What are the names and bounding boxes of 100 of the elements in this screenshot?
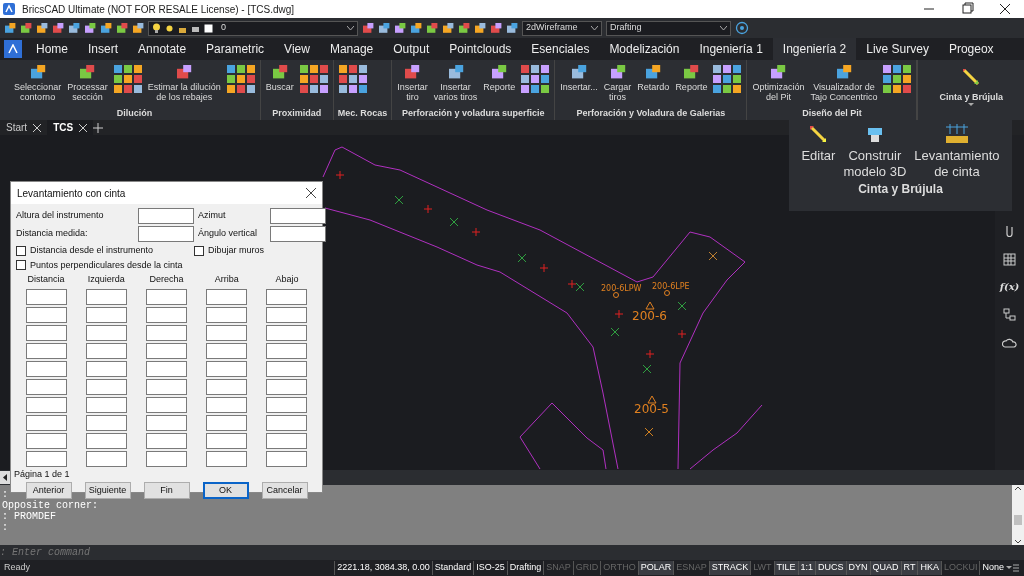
- input-field[interactable]: [146, 414, 187, 431]
- ribbon-tab[interactable]: View: [274, 38, 320, 60]
- input-field[interactable]: [270, 208, 326, 224]
- tool-icon[interactable]: [835, 64, 852, 80]
- input-field[interactable]: [138, 208, 194, 224]
- help-icon[interactable]: [735, 21, 749, 35]
- toolbar-icon[interactable]: [4, 22, 16, 34]
- ribbon-tab[interactable]: Insert: [78, 38, 129, 60]
- input-field[interactable]: [266, 360, 308, 377]
- tool-icon[interactable]: [491, 64, 508, 80]
- input-field[interactable]: [146, 324, 187, 341]
- status-toggle[interactable]: QUAD: [869, 561, 901, 575]
- input-field[interactable]: [146, 342, 187, 359]
- ribbon-button[interactable]: Seleccionar contorno: [13, 64, 63, 108]
- toolbar-icon[interactable]: [116, 22, 128, 34]
- flyout-button[interactable]: Levantamiento de cinta: [912, 124, 1002, 180]
- input-field[interactable]: [146, 396, 187, 413]
- tool-icon[interactable]: [609, 64, 626, 80]
- input-field[interactable]: [266, 324, 308, 341]
- dialog-button[interactable]: OK: [202, 482, 249, 499]
- input-field[interactable]: [266, 414, 308, 431]
- dialog-button[interactable]: Cancelar: [261, 482, 308, 499]
- input-field[interactable]: [206, 360, 248, 377]
- input-field[interactable]: [146, 432, 187, 449]
- small-tools-drawing[interactable]: [712, 64, 743, 94]
- tool-icon[interactable]: [79, 64, 96, 80]
- input-field[interactable]: [25, 396, 67, 413]
- caret-icon[interactable]: [1006, 566, 1012, 570]
- dialog-button[interactable]: Anterior: [25, 482, 72, 499]
- checkbox[interactable]: [194, 245, 204, 256]
- cloud-icon[interactable]: [1002, 336, 1017, 351]
- ribbon-tab[interactable]: Ingeniería 1: [689, 38, 773, 60]
- ribbon-button[interactable]: Insertar tiro: [396, 64, 429, 108]
- input-field[interactable]: [266, 396, 308, 413]
- ribbon-button[interactable]: Processar sección: [66, 64, 109, 108]
- input-field[interactable]: [266, 342, 308, 359]
- vertical-scrollbar[interactable]: [1012, 485, 1024, 545]
- ribbon-tab[interactable]: Ingeniería 2: [772, 38, 857, 60]
- ribbon-tab[interactable]: Manage: [319, 38, 384, 60]
- tool-icon[interactable]: [571, 64, 588, 80]
- toolbar-icon[interactable]: [506, 22, 518, 34]
- input-field[interactable]: [85, 324, 127, 341]
- ribbon-button[interactable]: Cargar tiros: [602, 64, 633, 108]
- toolbar-icon[interactable]: [458, 22, 470, 34]
- checkbox[interactable]: [16, 260, 26, 271]
- input-field[interactable]: [25, 414, 67, 431]
- ribbon-button[interactable]: Retardo: [636, 64, 671, 108]
- input-field[interactable]: [146, 450, 187, 467]
- dialog-button[interactable]: Fin: [143, 482, 190, 499]
- scroll-left-button[interactable]: [0, 471, 10, 484]
- small-tools-drawing[interactable]: [882, 64, 913, 94]
- input-field[interactable]: [85, 450, 127, 467]
- input-field[interactable]: [266, 306, 308, 323]
- ribbon-tab[interactable]: Home: [26, 38, 78, 60]
- ribbon-tab[interactable]: Progeox: [938, 38, 1004, 60]
- function-button[interactable]: f(x): [999, 281, 1020, 293]
- input-field[interactable]: [85, 342, 127, 359]
- status-toggle[interactable]: TILE: [773, 561, 798, 575]
- input-field[interactable]: [206, 342, 248, 359]
- dialog-button[interactable]: Siguiente: [84, 482, 131, 499]
- tool-icon[interactable]: [770, 64, 787, 80]
- ribbon-tab[interactable]: Output: [383, 38, 440, 60]
- status-toggle[interactable]: HKA: [917, 561, 941, 575]
- tool-icon[interactable]: [645, 64, 662, 80]
- input-field[interactable]: [266, 450, 308, 467]
- tool-icon[interactable]: [29, 64, 46, 80]
- input-field[interactable]: [25, 306, 67, 323]
- input-field[interactable]: [270, 226, 326, 242]
- toolbar-icon[interactable]: [52, 22, 64, 34]
- ribbon-tab[interactable]: Pointclouds: [439, 38, 522, 60]
- input-field[interactable]: [206, 396, 248, 413]
- input-field[interactable]: [206, 288, 248, 305]
- new-tab-icon[interactable]: [93, 122, 104, 133]
- input-field[interactable]: [85, 396, 127, 413]
- toolbar-icon[interactable]: [132, 22, 144, 34]
- toolbar-icon[interactable]: [490, 22, 502, 34]
- input-field[interactable]: [25, 324, 67, 341]
- ribbon-tab[interactable]: Live Survey: [856, 38, 939, 60]
- toolbar-icon[interactable]: [100, 22, 112, 34]
- document-tab[interactable]: TCS: [47, 120, 94, 135]
- small-tools-drawing[interactable]: [298, 64, 329, 94]
- toolbar-icon[interactable]: [394, 22, 406, 34]
- tool-icon[interactable]: [404, 64, 421, 80]
- input-field[interactable]: [146, 378, 187, 395]
- input-field[interactable]: [85, 360, 127, 377]
- input-field[interactable]: [25, 378, 67, 395]
- input-field[interactable]: [146, 360, 187, 377]
- visual-style-dropdown[interactable]: 2dWireframe: [522, 20, 602, 36]
- ribbon-button[interactable]: Optimización del Pit: [751, 64, 806, 108]
- layer-dropdown[interactable]: 0: [148, 20, 358, 36]
- small-tools-drawing[interactable]: [337, 64, 368, 94]
- toolbar-icon[interactable]: [474, 22, 486, 34]
- app-menu-button[interactable]: [4, 40, 22, 58]
- annotation-scale-dropdown[interactable]: None: [979, 561, 1006, 575]
- ribbon-button[interactable]: Estimar la dilución de los rebajes: [146, 64, 222, 108]
- ribbon-tab[interactable]: Parametric: [196, 38, 275, 60]
- input-field[interactable]: [266, 378, 308, 395]
- checkbox[interactable]: [16, 245, 26, 256]
- input-field[interactable]: [85, 288, 127, 305]
- workspace-dropdown[interactable]: Drafting: [606, 20, 731, 36]
